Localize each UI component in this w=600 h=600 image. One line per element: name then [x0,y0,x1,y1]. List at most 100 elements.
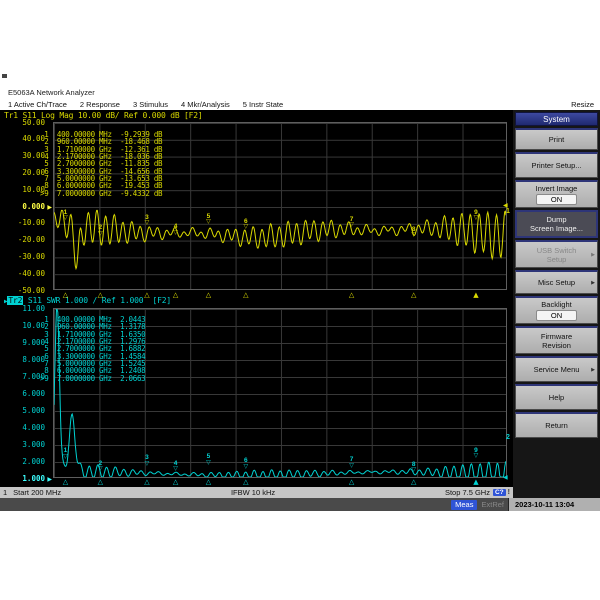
axis-label-5.000: 5.000 [22,405,45,415]
softkey-misc-setup[interactable]: Misc Setup ▶ [515,270,598,294]
softkey-label: Misc Setup [537,278,576,287]
softkey-printer-setup-[interactable]: Printer Setup... [515,152,598,178]
marker-axis-indicator-9: ▲ [473,478,479,486]
axis-label-11.00: 11.00 [22,303,45,313]
axis-label-20.00: 20.00 [22,167,45,177]
menu-item-4-mkr-analysis[interactable]: 4 Mkr/Analysis [181,100,230,109]
analyzer-screen: Tr1 S11 Log Mag 10.00 dB/ Ref 0.000 dB [… [0,110,513,498]
marker-axis-indicator-8: △ [411,478,417,486]
softkey-label: Print [548,135,565,144]
softkey-print[interactable]: Print [515,128,598,150]
axis-label--20.00: -20.00 [17,235,45,245]
softkey-label: Help [548,393,565,402]
softkey-label: USB Switch [536,245,577,255]
axis-label-3.000: 3.000 [22,439,45,449]
marker-axis-indicator-1: △ [62,291,69,299]
trace2-marker-table: 1 400.00000 MHz 2.0443 2 960.00000 MHz 1… [40,316,146,383]
marker-readout-9: >9 7.0000000 GHz -9.4332 dB [40,188,163,198]
softkey-invert-image[interactable]: Invert Image ON [515,180,598,208]
clock: 2023-10-11 13:04 [508,498,600,511]
measurement-display: Tr1 S11 Log Mag 10.00 dB/ Ref 0.000 dB [… [0,110,513,487]
menu-item-3-stimulus[interactable]: 3 Stimulus [133,100,168,109]
submenu-arrow-icon: ▶ [591,279,595,286]
instrument-status-bar: Meas ExtRef 2023-10-11 13:04 [0,498,600,511]
axis-label-10.00: 10.00 [22,184,45,194]
marker-axis-indicator-7: △ [348,291,355,299]
softkey-dump[interactable]: Dump Screen Image... [515,210,598,238]
marker-axis-indicator-2: △ [97,291,103,299]
alert-icon: ! [507,489,510,496]
menu-bar: 1 Active Ch/Trace 2 Response 3 Stimulus 4 M… [0,98,600,110]
axis-label-6.000: 6.000 [22,388,45,398]
marker-readout-9: >9 7.0000000 GHz 2.0663 [40,373,146,383]
axis-label-1.000: 1.000 ▶ [22,473,52,483]
menu-item-1-active-ch-trace[interactable]: 1 Active Ch/Trace [8,100,67,109]
submenu-arrow-icon: ▶ [591,251,595,258]
menu-item-5-instr-state[interactable]: 5 Instr State [243,100,283,109]
softkey-label: Printer Setup... [531,161,582,170]
resize-button[interactable]: Resize [571,98,594,110]
ref-level-pointer-right-icon: ◀ [503,475,508,481]
cal-status-badge: C? [492,489,506,496]
softkey-sidebar: System Print Printer Setup... Invert Image… [513,110,600,498]
softkey-backlight[interactable]: Backlight ON [515,296,598,324]
softkey-label: Dump [546,215,567,224]
channel-number: 1 [3,488,8,497]
marker-axis-indicator-5: △ [205,291,212,299]
softkey-label-line2: Revision [542,340,571,350]
axis-label-7.000: 7.000 [22,371,45,381]
window-title-text: E5063A Network Analyzer [8,87,95,97]
trace1-marker-table: 1 400.00000 MHz -9.2939 dB 2 960.00000 M… [40,131,163,198]
softkey-value: ON [535,194,578,205]
marker-axis-indicator-6: △ [243,478,249,486]
marker-axis-indicator-7: △ [348,478,355,486]
softkey-usb-switch[interactable]: USB Switch Setup ▶ [515,240,598,268]
softkey-service-menu[interactable]: Service Menu ▶ [515,356,598,382]
axis-label-50.00: 50.00 [22,117,45,127]
axis-label--30.00: -30.00 [17,251,45,261]
ref-level-pointer-icon: ▶ [47,475,52,483]
axis-label-4.000: 4.000 [22,422,45,432]
axis-label--40.00: -40.00 [17,268,45,278]
marker-axis-indicator-6: △ [243,291,249,299]
analyzer-screenshot: E5063A Network Analyzer 1 Active Ch/Trac… [0,0,600,600]
start-frequency: Start 200 MHz [13,488,62,497]
marker-axis-indicator-5: △ [205,478,212,486]
stop-frequency: Stop 7.5 GHz [444,488,490,497]
softkey-label: Invert Image [535,184,578,193]
marker-axis-indicator-8: △ [411,291,417,299]
axis-label-40.00: 40.00 [22,134,45,144]
meas-status-badge: Meas [451,499,478,510]
menu-item-2-response[interactable]: 2 Response [80,100,120,109]
window-title: E5063A Network Analyzer [0,86,600,98]
marker-axis-indicator-2: △ [97,478,103,486]
window-corner-mark [2,74,7,78]
axis-label-8.000: 8.000 [22,354,45,364]
trace1-header-text: S11 Log Mag 10.00 dB/ Ref 0.000 dB [F2] [17,111,203,120]
softkey-return[interactable]: Return [515,412,598,438]
softkey-menu-title: System [515,112,598,126]
softkey-label-line2: Setup [546,254,567,264]
stimulus-bar: 1 Start 200 MHz IFBW 10 kHz Stop 7.5 GHz… [0,487,513,498]
extref-status: ExtRef [481,500,504,509]
softkey-help[interactable]: Help [515,384,598,410]
axis-label-10.00: 10.00 [22,320,45,330]
submenu-arrow-icon: ▶ [591,366,595,373]
ifbw-readout: IFBW 10 kHz [230,488,276,497]
axis-label--50.00: -50.00 [17,285,45,295]
axis-label-2.000: 2.000 [22,456,45,466]
ref-level-pointer-icon: ▶ [47,203,52,211]
axis-label-0.000: 0.000 ▶ [22,201,52,211]
marker-axis-indicator-1: △ [62,478,69,486]
axis-label-30.00: 30.00 [22,151,45,161]
softkey-label: Return [545,421,568,430]
trace1-number-label: 1 [506,208,510,215]
marker-axis-indicator-3: △ [144,291,150,299]
softkey-value: ON [535,310,578,321]
axis-label-9.000: 9.000 [22,337,45,347]
marker-axis-indicator-9: ▲ [473,291,479,299]
softkey-label: Backlight [541,300,572,309]
softkey-firmware[interactable]: Firmware Revision [515,326,598,354]
main-content: Tr1 S11 Log Mag 10.00 dB/ Ref 0.000 dB [… [0,110,600,498]
marker-axis-indicator-3: △ [144,478,150,486]
